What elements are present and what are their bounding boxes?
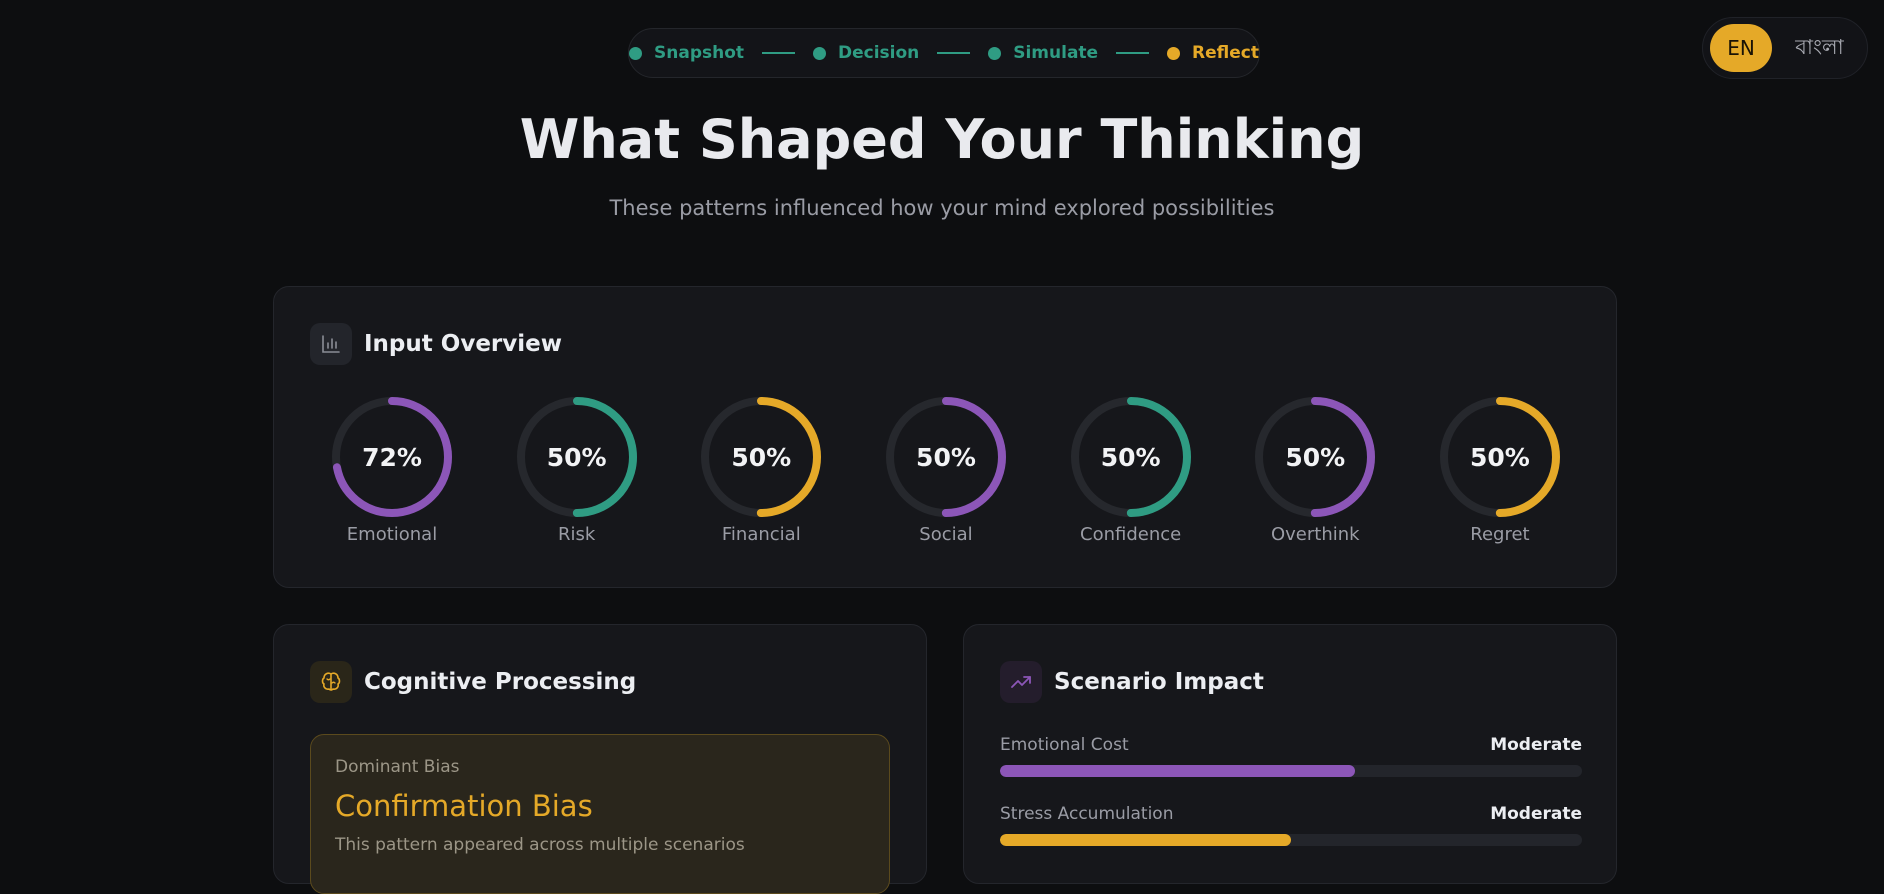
- metric-fill: [1000, 834, 1291, 846]
- gauge-confidence: 50% Confidence: [1069, 395, 1193, 545]
- gauge-percent: 50%: [1285, 442, 1346, 472]
- gauge-risk: 50% Risk: [515, 395, 639, 545]
- step-label: Simulate: [1013, 43, 1099, 63]
- step-dot-icon: [988, 46, 1002, 60]
- step-label: Decision: [837, 43, 920, 63]
- progress-stepper: Snapshot Decision Simulate Reflect: [628, 28, 1260, 78]
- step-decision[interactable]: Decision: [812, 43, 920, 63]
- metric-value: Moderate: [1490, 735, 1582, 755]
- gauge-percent: 50%: [1100, 442, 1161, 472]
- gauge-percent: 72%: [362, 442, 422, 472]
- step-reflect[interactable]: Reflect: [1167, 43, 1259, 63]
- language-option-en[interactable]: EN: [1710, 24, 1772, 72]
- gauge-overthink: 50% Overthink: [1253, 395, 1377, 545]
- metric-track: [1000, 765, 1582, 777]
- input-overview-card: Input Overview 72% Emotional 50% Risk 50…: [273, 286, 1617, 588]
- metric-stress-accumulation: Stress Accumulation Moderate: [1000, 804, 1582, 846]
- metric-value: Moderate: [1490, 804, 1582, 824]
- gauge-label: Risk: [558, 524, 596, 545]
- scenario-impact-card: Scenario Impact Emotional Cost Moderate …: [963, 624, 1617, 884]
- step-connector: [1116, 52, 1150, 54]
- gauge-percent: 50%: [546, 442, 607, 472]
- metric-fill: [1000, 765, 1356, 777]
- step-connector: [762, 52, 795, 54]
- gauge-row: 72% Emotional 50% Risk 50% Financial 50%…: [330, 395, 1562, 545]
- bias-name: Confirmation Bias: [335, 789, 593, 823]
- gauge-regret: 50% Regret: [1438, 395, 1562, 545]
- metric-label: Emotional Cost: [1000, 735, 1129, 755]
- card-title: Scenario Impact: [1054, 669, 1264, 695]
- gauge-percent: 50%: [731, 442, 792, 472]
- bias-label: Dominant Bias: [335, 757, 460, 777]
- card-title: Input Overview: [364, 331, 562, 357]
- gauge-emotional: 72% Emotional: [330, 395, 454, 545]
- step-label: Reflect: [1192, 43, 1260, 63]
- gauge-label: Emotional: [346, 524, 438, 545]
- gauge-label: Regret: [1470, 524, 1530, 545]
- brain-icon: [310, 661, 352, 703]
- step-snapshot[interactable]: Snapshot: [629, 43, 744, 63]
- cognitive-processing-card: Cognitive Processing Dominant Bias Confi…: [273, 624, 927, 894]
- gauge-label: Financial: [721, 524, 801, 545]
- bias-description: This pattern appeared across multiple sc…: [335, 835, 745, 855]
- page-title: What Shaped Your Thinking: [519, 108, 1365, 171]
- step-dot-icon: [812, 46, 826, 60]
- metric-track: [1000, 834, 1582, 846]
- metric-emotional-cost: Emotional Cost Moderate: [1000, 735, 1582, 777]
- gauge-label: Overthink: [1270, 524, 1360, 545]
- metric-label: Stress Accumulation: [1000, 804, 1174, 824]
- trending-up-icon: [1000, 661, 1042, 703]
- language-option-bn[interactable]: বাংলা: [1772, 31, 1867, 66]
- card-title: Cognitive Processing: [364, 669, 637, 695]
- bar-chart-icon: [310, 323, 352, 365]
- gauge-financial: 50% Financial: [699, 395, 823, 545]
- language-toggle: EN বাংলা: [1702, 17, 1868, 79]
- gauge-label: Social: [919, 524, 973, 545]
- dominant-bias-panel: Dominant Bias Confirmation Bias This pat…: [310, 734, 890, 894]
- step-simulate[interactable]: Simulate: [988, 43, 1098, 63]
- step-label: Snapshot: [654, 43, 745, 63]
- gauge-percent: 50%: [916, 442, 976, 472]
- page-subtitle: These patterns influenced how your mind …: [609, 196, 1275, 220]
- step-dot-icon: [1167, 46, 1181, 60]
- gauge-social: 50% Social: [884, 395, 1008, 545]
- step-dot-icon: [629, 46, 642, 60]
- step-connector: [937, 52, 971, 54]
- gauge-percent: 50%: [1470, 442, 1530, 472]
- gauge-label: Confidence: [1080, 524, 1182, 545]
